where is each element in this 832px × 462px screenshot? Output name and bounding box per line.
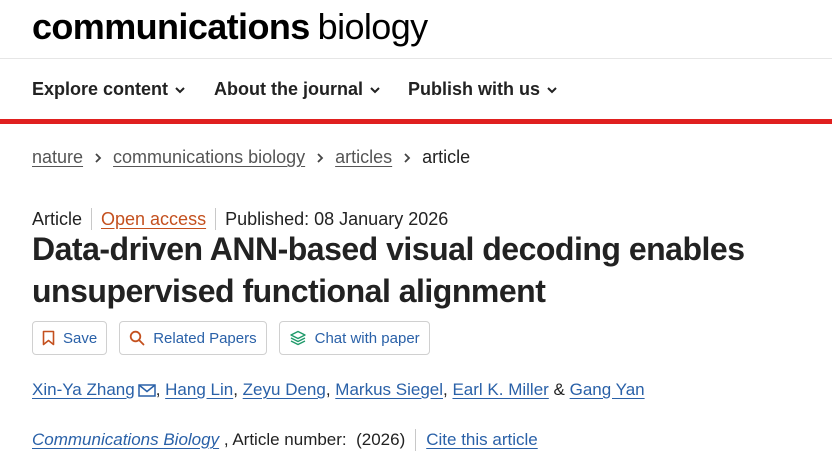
bookmark-icon: [42, 330, 55, 346]
nav-label: About the journal: [214, 79, 363, 99]
nav-about-journal[interactable]: About the journal: [214, 79, 381, 100]
author-link[interactable]: Hang Lin: [165, 380, 233, 400]
site-header: communications biology: [0, 0, 832, 59]
cite-this-article-link[interactable]: Cite this article: [426, 430, 537, 450]
author-separator: ,: [233, 380, 243, 399]
nav-explore-content[interactable]: Explore content: [32, 79, 186, 100]
article-type: Article: [32, 208, 83, 229]
citation-divider: [415, 429, 417, 451]
author-separator: ,: [443, 380, 453, 399]
chevron-right-icon: [317, 152, 324, 163]
nav-label: Explore content: [32, 79, 169, 99]
author-link[interactable]: Earl K. Miller: [452, 380, 548, 400]
journal-logo[interactable]: communications biology: [32, 6, 428, 48]
search-icon: [130, 330, 145, 346]
meta-divider: [215, 208, 217, 230]
author-list: Xin-Ya Zhang , Hang Lin , Zeyu Deng , Ma…: [32, 380, 645, 400]
save-button[interactable]: Save: [32, 321, 108, 355]
author-link[interactable]: Gang Yan: [570, 380, 645, 400]
logo-bold-text: communications: [32, 6, 310, 47]
chevron-down-icon: [175, 86, 185, 93]
chevron-down-icon: [547, 86, 557, 93]
article-actions: Save Related Papers Chat with paper: [32, 321, 430, 355]
related-papers-button[interactable]: Related Papers: [119, 321, 267, 355]
chevron-down-icon: [370, 86, 380, 93]
save-label: Save: [63, 329, 98, 347]
mail-icon[interactable]: [137, 383, 156, 397]
breadcrumb: nature communications biology articles a…: [32, 147, 470, 168]
journal-link[interactable]: Communications Biology: [32, 430, 219, 450]
breadcrumb-communications-biology[interactable]: communications biology: [113, 147, 305, 168]
chat-with-paper-button[interactable]: Chat with paper: [278, 321, 430, 355]
layers-icon: [289, 330, 306, 346]
related-papers-label: Related Papers: [153, 329, 257, 347]
meta-divider: [91, 208, 93, 230]
author-link[interactable]: Xin-Ya Zhang: [32, 380, 135, 400]
breadcrumb-nature[interactable]: nature: [32, 147, 83, 168]
citation-details: , Article number: (2026): [219, 430, 406, 449]
chevron-right-icon: [404, 152, 411, 163]
article-meta: Article Open access Published: 08 Januar…: [32, 208, 448, 230]
citation-line: Communications Biology , Article number:…: [32, 429, 538, 451]
chat-with-paper-label: Chat with paper: [314, 329, 420, 347]
author-separator: ,: [155, 380, 166, 399]
author-link[interactable]: Zeyu Deng: [243, 380, 326, 400]
breadcrumb-current: article: [422, 147, 471, 167]
author-separator: &: [548, 380, 570, 399]
open-access-link[interactable]: Open access: [101, 209, 206, 230]
article-title: Data-driven ANN-based visual decoding en…: [32, 231, 745, 309]
main-nav: Explore content About the journal Publis…: [0, 59, 832, 124]
logo-light-text: biology: [317, 6, 428, 47]
author-link[interactable]: Markus Siegel: [335, 380, 443, 400]
published-date: Published: 08 January 2026: [225, 208, 449, 229]
author-separator: ,: [325, 380, 336, 399]
nav-label: Publish with us: [408, 79, 541, 99]
chevron-right-icon: [95, 152, 102, 163]
breadcrumb-articles[interactable]: articles: [335, 147, 392, 168]
nav-publish-with-us[interactable]: Publish with us: [408, 79, 558, 100]
